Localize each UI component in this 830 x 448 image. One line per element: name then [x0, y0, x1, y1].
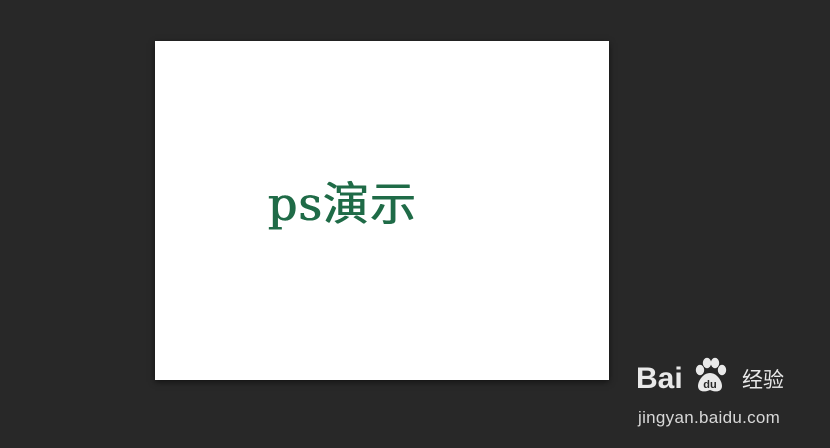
svg-text:du: du — [703, 379, 716, 391]
watermark-logo: Bai du 经验 — [636, 356, 816, 400]
paw-icon: du — [695, 357, 727, 392]
document-canvas[interactable]: ps演示 — [155, 41, 609, 380]
canvas-text-layer[interactable]: ps演示 — [268, 181, 417, 227]
workspace: ps演示 Bai du 经验 jingyan.baidu.com — [0, 0, 830, 448]
watermark-brand-left: Bai — [636, 362, 683, 395]
watermark-product: 经验 — [742, 368, 784, 392]
baidu-jingyan-watermark: Bai du 经验 jingyan.baidu.com — [636, 356, 816, 436]
watermark-url: jingyan.baidu.com — [638, 408, 781, 427]
